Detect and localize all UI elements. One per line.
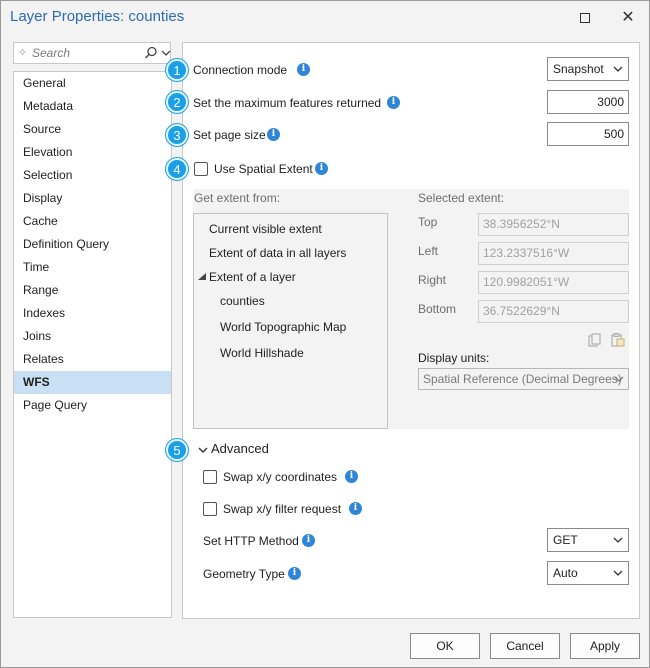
sidebar-item-general[interactable]: General xyxy=(14,72,171,95)
swap-filter-checkbox[interactable] xyxy=(203,502,217,516)
sidebar-item-range[interactable]: Range xyxy=(14,279,171,302)
sidebar-item-joins[interactable]: Joins xyxy=(14,325,171,348)
close-icon: ✕ xyxy=(621,9,635,26)
list-item-layer-world-hillshade[interactable]: World Hillshade xyxy=(220,346,304,360)
display-units-label: Display units: xyxy=(418,351,490,365)
layer-properties-dialog: Layer Properties: counties ✕ ✧ General M… xyxy=(0,0,650,668)
dialog-title: Layer Properties: counties xyxy=(10,8,185,25)
page-size-label: Set page size xyxy=(193,128,266,142)
bottom-coordinate-field[interactable]: 36.7522629°N xyxy=(478,300,629,323)
swap-xy-label: Swap x/y coordinates xyxy=(223,470,338,484)
info-icon[interactable]: i xyxy=(387,96,400,109)
sidebar-item-page-query[interactable]: Page Query xyxy=(14,394,171,417)
swap-xy-checkbox[interactable] xyxy=(203,470,217,484)
ok-button[interactable]: OK xyxy=(410,633,480,659)
list-item-current-visible-extent[interactable]: Current visible extent xyxy=(209,222,322,236)
info-icon[interactable]: i xyxy=(297,63,310,76)
selected-extent-label: Selected extent: xyxy=(418,191,505,205)
connection-mode-value: Snapshot xyxy=(553,62,604,76)
sidebar-item-time[interactable]: Time xyxy=(14,256,171,279)
sidebar-item-selection[interactable]: Selection xyxy=(14,164,171,187)
list-item-layer-world-topographic-map[interactable]: World Topographic Map xyxy=(220,320,346,334)
bottom-label: Bottom xyxy=(418,302,457,316)
copy-icon[interactable] xyxy=(588,333,602,347)
cancel-button[interactable]: Cancel xyxy=(490,633,560,659)
maximize-icon xyxy=(580,13,590,23)
callout-badge-1: 1 xyxy=(166,59,188,81)
page-size-input[interactable]: 500 xyxy=(547,122,629,146)
http-method-select[interactable]: GET xyxy=(547,528,629,552)
info-icon[interactable]: i xyxy=(315,162,328,175)
callout-badge-5: 5 xyxy=(166,439,188,461)
close-button[interactable]: ✕ xyxy=(619,9,637,27)
display-units-value: Spatial Reference (Decimal Degrees) xyxy=(423,372,622,386)
top-coordinate-field[interactable]: 38.3956252°N xyxy=(478,213,629,236)
list-item-extent-of-a-layer[interactable]: Extent of a layer xyxy=(209,270,296,284)
chevron-down-icon xyxy=(613,570,623,576)
sidebar-item-metadata[interactable]: Metadata xyxy=(14,95,171,118)
http-method-value: GET xyxy=(553,533,578,547)
sidebar-item-display[interactable]: Display xyxy=(14,187,171,210)
geometry-type-select[interactable]: Auto xyxy=(547,561,629,585)
info-icon[interactable]: i xyxy=(288,567,301,580)
info-icon[interactable]: i xyxy=(302,534,315,547)
list-item-layer-counties[interactable]: counties xyxy=(220,294,265,308)
info-icon[interactable]: i xyxy=(267,128,280,141)
info-icon[interactable]: i xyxy=(345,470,358,483)
top-label: Top xyxy=(418,215,438,229)
sidebar-item-indexes[interactable]: Indexes xyxy=(14,302,171,325)
sidebar-item-elevation[interactable]: Elevation xyxy=(14,141,171,164)
chevron-down-icon[interactable] xyxy=(198,445,208,455)
left-coordinate-field[interactable]: 123.2337516°W xyxy=(478,242,629,265)
chevron-down-icon xyxy=(614,376,624,382)
geometry-type-value: Auto xyxy=(553,566,578,580)
use-spatial-extent-checkbox[interactable] xyxy=(194,162,208,176)
sidebar-nav: General Metadata Source Elevation Select… xyxy=(13,71,172,618)
chevron-down-icon[interactable] xyxy=(161,46,171,60)
callout-badge-2: 2 xyxy=(166,91,188,113)
display-units-select[interactable]: Spatial Reference (Decimal Degrees) xyxy=(418,368,629,390)
sidebar-item-wfs[interactable]: WFS xyxy=(14,371,171,394)
connection-mode-select[interactable]: Snapshot xyxy=(547,57,629,81)
chevron-down-icon xyxy=(613,66,623,72)
right-label: Right xyxy=(418,273,447,287)
max-features-label: Set the maximum features returned xyxy=(193,96,382,110)
expand-triangle-icon[interactable] xyxy=(198,273,206,281)
search-icon[interactable] xyxy=(144,46,158,60)
sidebar-item-cache[interactable]: Cache xyxy=(14,210,171,233)
search-input[interactable] xyxy=(32,45,137,61)
sidebar-item-source[interactable]: Source xyxy=(14,118,171,141)
connection-mode-label: Connection mode xyxy=(193,63,288,77)
maximize-button[interactable] xyxy=(576,9,594,27)
geometry-type-label: Geometry Type xyxy=(203,567,285,581)
chevron-down-icon xyxy=(613,537,623,543)
use-spatial-extent-label: Use Spatial Extent xyxy=(214,162,313,176)
sidebar-item-relates[interactable]: Relates xyxy=(14,348,171,371)
callout-badge-4: 4 xyxy=(166,158,188,180)
list-item-extent-all-layers[interactable]: Extent of data in all layers xyxy=(209,246,346,260)
callout-badge-3: 3 xyxy=(166,124,188,146)
get-extent-from-label: Get extent from: xyxy=(194,191,281,205)
search-box[interactable]: ✧ xyxy=(13,42,171,64)
sparkle-icon: ✧ xyxy=(18,47,28,59)
title-bar: Layer Properties: counties ✕ xyxy=(1,1,649,35)
advanced-section-header[interactable]: Advanced xyxy=(211,441,269,456)
left-label: Left xyxy=(418,244,439,258)
info-icon[interactable]: i xyxy=(349,502,362,515)
right-coordinate-field[interactable]: 120.9982051°W xyxy=(478,271,629,294)
sidebar-item-definition-query[interactable]: Definition Query xyxy=(14,233,171,256)
swap-filter-label: Swap x/y filter request xyxy=(223,502,342,516)
http-method-label: Set HTTP Method xyxy=(203,534,299,548)
max-features-input[interactable]: 3000 xyxy=(547,90,629,114)
apply-button[interactable]: Apply xyxy=(570,633,640,659)
paste-icon[interactable] xyxy=(611,333,625,347)
